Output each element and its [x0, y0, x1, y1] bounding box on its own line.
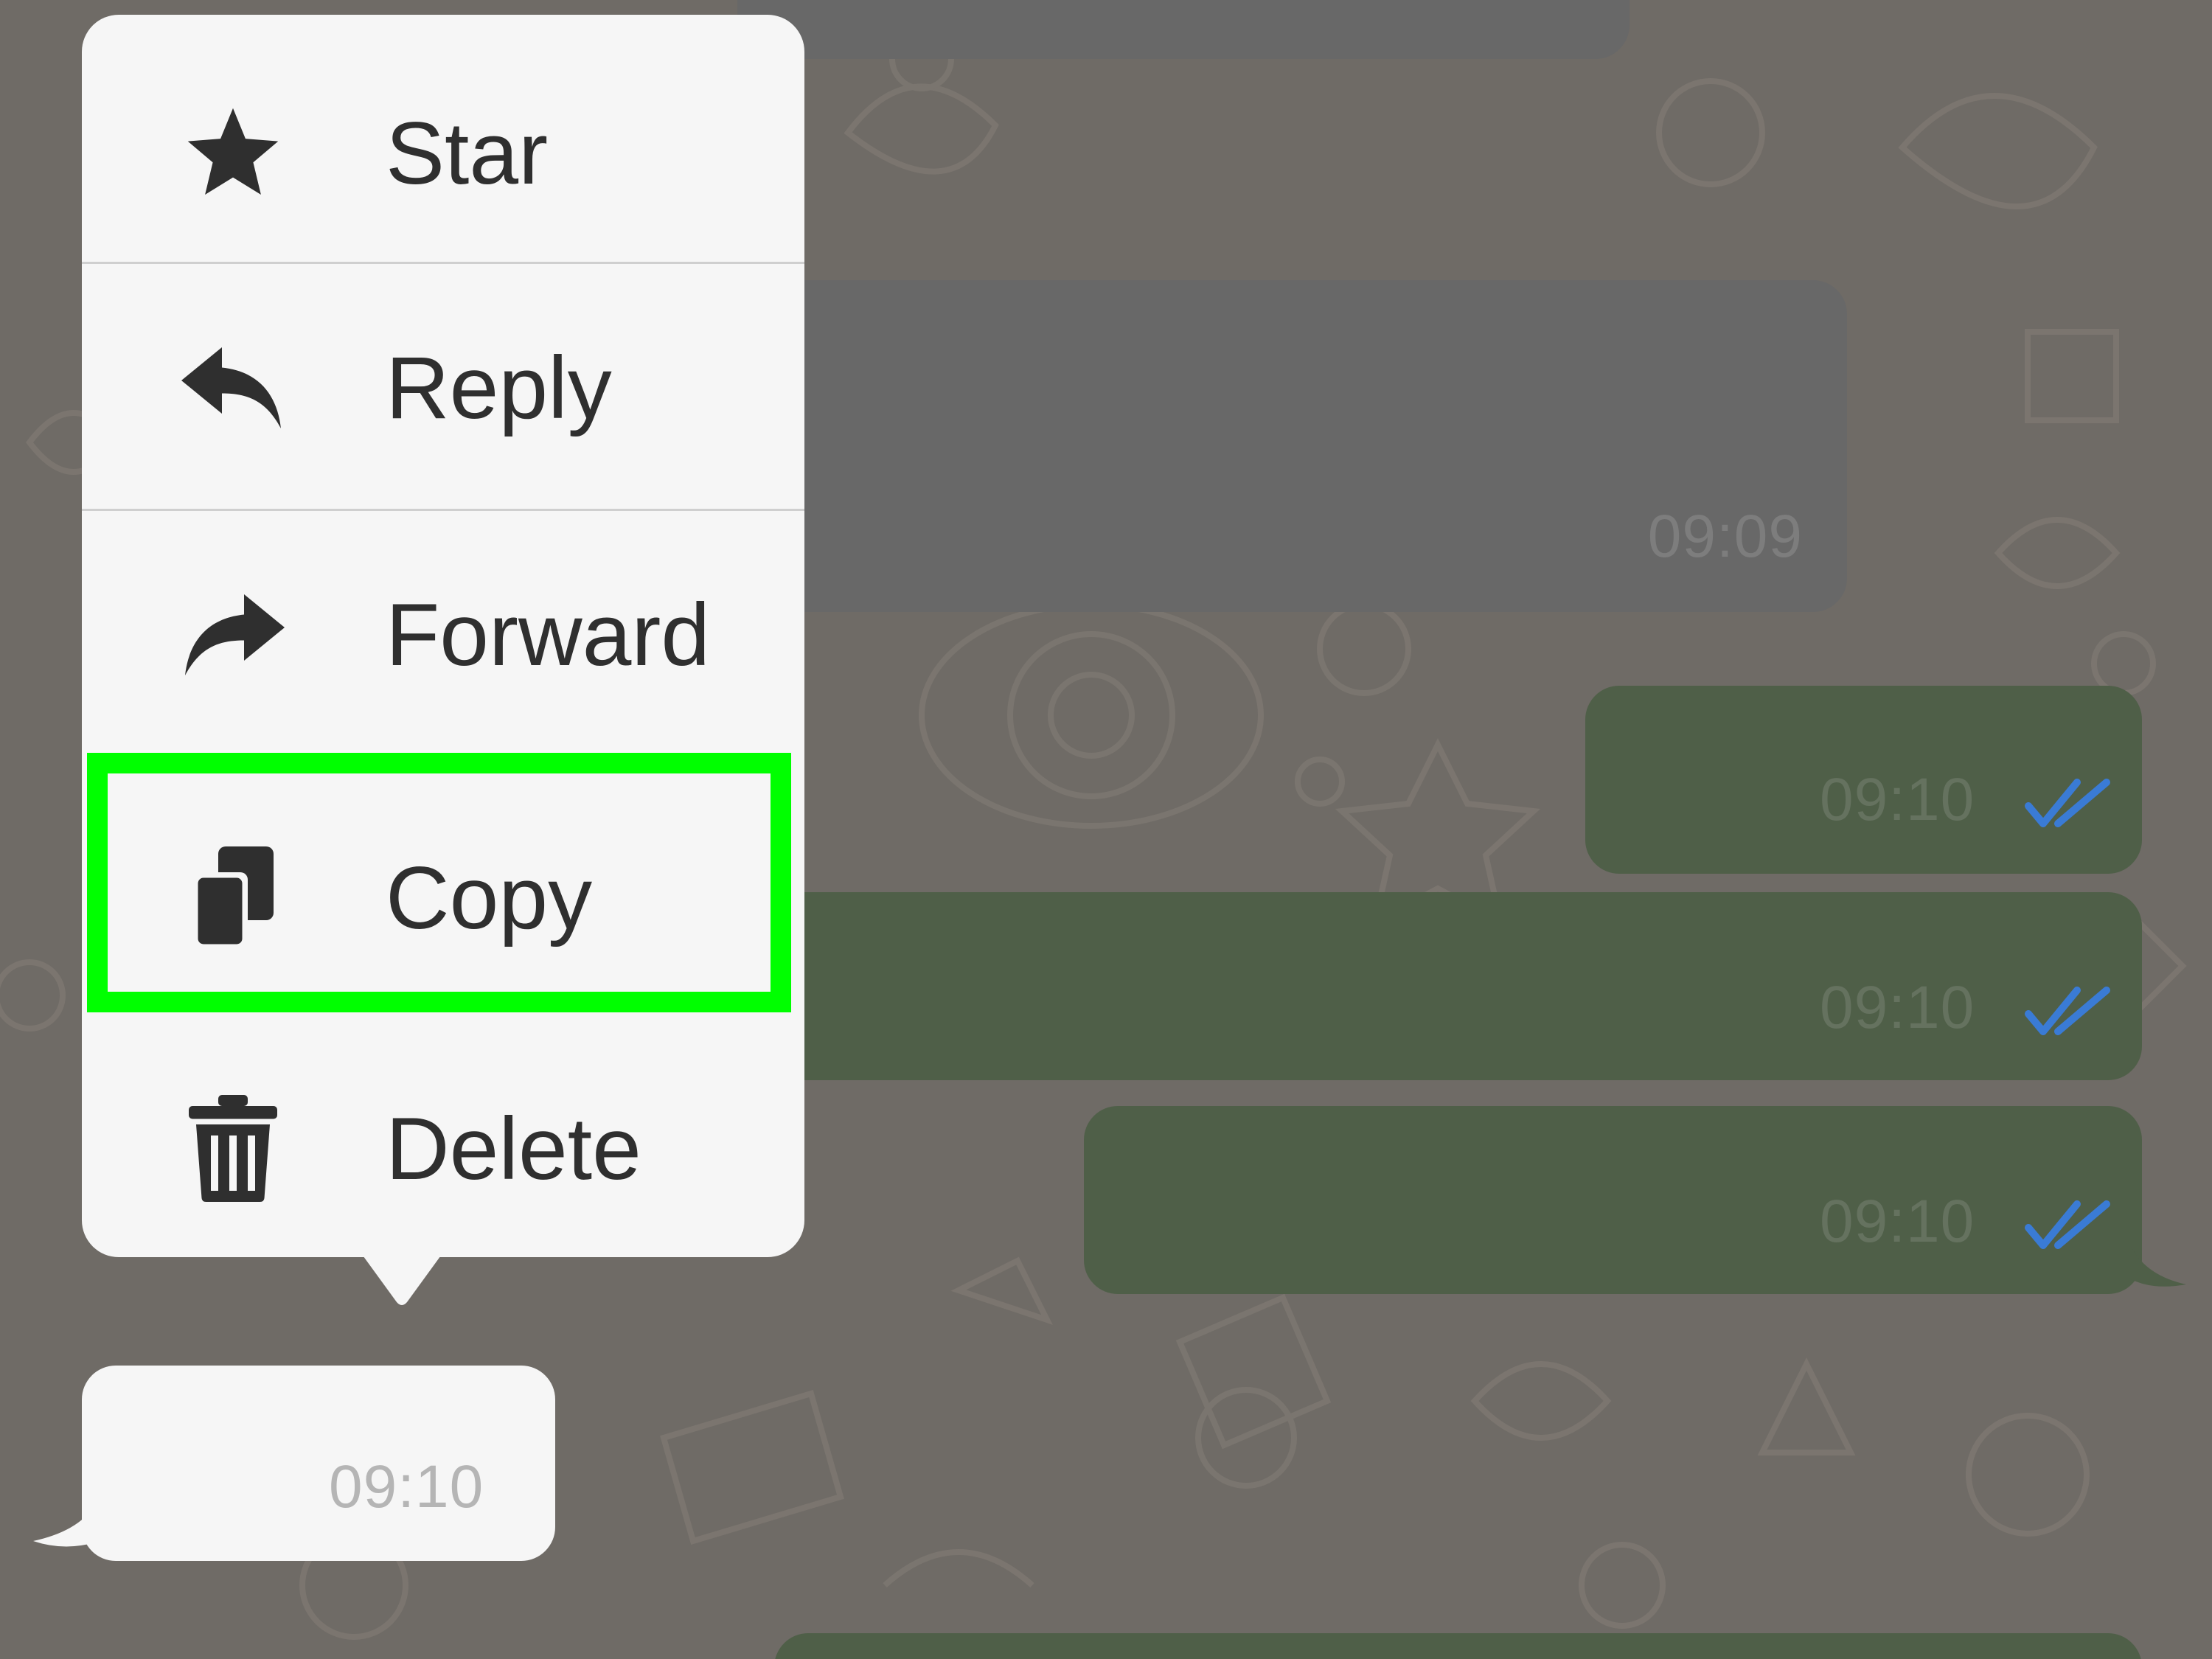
selected-message-bubble[interactable]: 09:10	[82, 1366, 555, 1561]
double-check-icon	[2025, 987, 2110, 1035]
menu-item-copy[interactable]: Copy	[82, 774, 804, 1021]
copy-icon	[178, 843, 288, 953]
menu-item-label: Delete	[386, 1099, 641, 1198]
message-bubble-outgoing[interactable]: 09:10	[737, 892, 2142, 1080]
chat-screen: 09:09 09:10 09:10 09:10 09:10 Star Reply…	[0, 0, 2212, 1659]
forward-icon	[178, 580, 288, 690]
menu-item-label: Star	[386, 103, 549, 203]
double-check-icon	[2025, 779, 2110, 827]
menu-item-label: Forward	[386, 585, 711, 684]
menu-item-label: Copy	[386, 848, 593, 947]
reply-icon	[178, 333, 288, 443]
trash-icon	[178, 1093, 288, 1204]
menu-item-star[interactable]: Star	[82, 29, 804, 276]
menu-item-label: Reply	[386, 338, 612, 437]
menu-item-reply[interactable]: Reply	[82, 264, 804, 511]
message-bubble-incoming[interactable]	[737, 0, 1630, 59]
message-timestamp: 09:09	[1647, 503, 1803, 570]
message-bubble-outgoing[interactable]: 09:10	[1585, 686, 2142, 874]
message-timestamp: 09:10	[1820, 974, 1975, 1041]
popover-arrow	[361, 1253, 442, 1305]
message-context-menu: Star Reply Forward Copy Delete	[82, 15, 804, 1257]
bubble-tail	[2131, 1246, 2186, 1287]
menu-item-delete[interactable]: Delete	[82, 1025, 804, 1257]
message-bubble-outgoing[interactable]	[774, 1633, 2142, 1659]
message-timestamp: 09:10	[1820, 1188, 1975, 1255]
star-icon	[178, 98, 288, 209]
message-timestamp: 09:10	[1820, 766, 1975, 833]
message-bubble-incoming[interactable]: 09:09	[737, 280, 1847, 612]
menu-item-forward[interactable]: Forward	[82, 511, 804, 758]
bubble-tail	[33, 1497, 100, 1547]
message-bubble-outgoing[interactable]: 09:10	[1084, 1106, 2142, 1294]
message-timestamp: 09:10	[329, 1453, 484, 1520]
double-check-icon	[2025, 1200, 2110, 1249]
